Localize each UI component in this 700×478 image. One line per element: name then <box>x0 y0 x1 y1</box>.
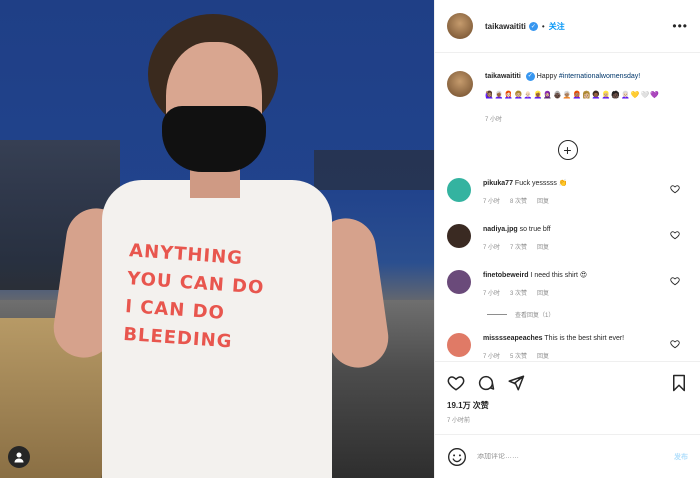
bookmark-icon[interactable] <box>670 374 688 392</box>
like-comment-heart-icon[interactable] <box>670 184 680 194</box>
post-photo[interactable]: ANYTHING YOU CAN DO I CAN DO BLEEDING <box>0 0 434 478</box>
comment-text: Fuck yesssss 👏 <box>514 180 568 187</box>
comment-meta: 7 小时 8 次赞 回复 <box>483 197 688 208</box>
shirt-text: ANYTHING YOU CAN DO I CAN DO BLEEDING <box>122 237 329 363</box>
reply-button[interactable]: 回复 <box>537 243 549 254</box>
commenter-avatar[interactable] <box>447 333 471 357</box>
post-header: taikawaititi ✓ • 关注 ••• <box>435 0 700 53</box>
comment-likes[interactable]: 7 次赞 <box>510 243 527 254</box>
replies-label[interactable]: 查看回复（1） <box>515 310 554 319</box>
comment-bubble-icon[interactable] <box>477 374 495 392</box>
comment-likes[interactable]: 8 次赞 <box>510 197 527 208</box>
plus-circle-icon[interactable]: + <box>557 140 578 160</box>
comment-text: This is the best shirt ever! <box>544 335 625 342</box>
author-avatar[interactable] <box>447 13 473 39</box>
caption-hashtag[interactable]: #internationalwomensday! <box>559 73 640 80</box>
comment-meta: 7 小时 3 次赞 回复 <box>483 289 688 300</box>
post-timestamp: 7 小时前 <box>447 418 471 424</box>
commenter-username[interactable]: misssseapeaches <box>483 335 543 342</box>
comment-likes[interactable]: 3 次赞 <box>510 289 527 300</box>
separator-dot: • <box>541 21 545 31</box>
caption-avatar[interactable] <box>447 71 473 97</box>
reply-button[interactable]: 回复 <box>537 197 549 208</box>
add-comment-bar: 发布 <box>435 434 700 478</box>
comment-item: finetobeweird I need this shirt 😍 7 小时 3… <box>447 270 688 300</box>
verified-badge-icon: ✓ <box>525 71 535 81</box>
like-comment-heart-icon[interactable] <box>670 230 680 240</box>
commenter-username[interactable]: pikuka77 <box>483 180 513 187</box>
comment-text: so true bff <box>519 226 551 233</box>
like-heart-icon[interactable] <box>447 374 465 392</box>
comments-section[interactable]: taikawaititi ✓ Happy #internationalwomen… <box>435 53 700 361</box>
comment-item: misssseapeaches This is the best shirt e… <box>447 333 688 361</box>
share-paper-plane-icon[interactable] <box>507 374 525 392</box>
comment-item: pikuka77 Fuck yesssss 👏 7 小时 8 次赞 回复 <box>447 178 688 208</box>
tagged-user-button[interactable] <box>8 446 30 468</box>
comment-body: finetobeweird I need this shirt 😍 7 小时 3… <box>483 270 688 300</box>
author-username[interactable]: taikawaititi <box>485 22 526 31</box>
commenter-username[interactable]: finetobeweird <box>483 272 529 279</box>
comment-text: I need this shirt 😍 <box>530 272 588 279</box>
caption-body: taikawaititi ✓ Happy #internationalwomen… <box>485 71 660 126</box>
comment-time: 7 小时 <box>483 245 501 251</box>
load-more-comments[interactable]: + <box>447 140 688 160</box>
comment-body: nadiya.jpg so true bff 7 小时 7 次赞 回复 <box>483 224 688 254</box>
follow-button[interactable]: 关注 <box>549 21 565 32</box>
comment-item: nadiya.jpg so true bff 7 小时 7 次赞 回复 <box>447 224 688 254</box>
comment-body: misssseapeaches This is the best shirt e… <box>483 333 688 361</box>
user-icon <box>14 452 24 463</box>
commenter-username[interactable]: nadiya.jpg <box>483 226 518 233</box>
comment-meta: 7 小时 7 次赞 回复 <box>483 243 688 254</box>
post-actions: 19.1万 次赞 7 小时前 <box>435 361 700 434</box>
comment-time: 7 小时 <box>483 199 501 205</box>
view-replies-button[interactable]: 查看回复（1） <box>487 310 688 319</box>
like-comment-heart-icon[interactable] <box>670 276 680 286</box>
person-figure: ANYTHING YOU CAN DO I CAN DO BLEEDING <box>40 8 393 478</box>
caption-emoji: 🙋🏽‍♀️👩🏾‍🦳👩🏻‍🦰👩🏼‍🦱👩🏻‍🦲👱🏾‍♀️🧕🏼👵🏿🧑🏽‍🦳👩🏽‍🦰👩🏼… <box>485 92 660 99</box>
comment-body: pikuka77 Fuck yesssss 👏 7 小时 8 次赞 回复 <box>483 178 688 208</box>
caption-time: 7 小时 <box>485 117 503 123</box>
comment-time: 7 小时 <box>483 354 501 360</box>
caption-prefix: Happy <box>536 73 559 80</box>
comment-input[interactable] <box>477 453 674 460</box>
action-icons <box>447 370 688 396</box>
instagram-post-modal: ANYTHING YOU CAN DO I CAN DO BLEEDING ta… <box>0 0 700 478</box>
post-comment-button[interactable]: 发布 <box>674 452 688 462</box>
reply-button[interactable]: 回复 <box>537 289 549 300</box>
commenter-avatar[interactable] <box>447 178 471 202</box>
post-caption: taikawaititi ✓ Happy #internationalwomen… <box>447 71 688 126</box>
comment-time: 7 小时 <box>483 291 501 297</box>
reply-button[interactable]: 回复 <box>537 352 549 361</box>
like-comment-heart-icon[interactable] <box>670 339 680 349</box>
more-options-icon[interactable]: ••• <box>672 19 688 33</box>
comment-likes[interactable]: 5 次赞 <box>510 352 527 361</box>
caption-username[interactable]: taikawaititi <box>485 73 521 80</box>
commenter-avatar[interactable] <box>447 224 471 248</box>
face-mask <box>162 106 266 172</box>
replies-divider <box>487 314 507 315</box>
emoji-smiley-icon[interactable] <box>447 447 467 467</box>
commenter-avatar[interactable] <box>447 270 471 294</box>
post-side-panel: taikawaititi ✓ • 关注 ••• taikawaititi ✓ H… <box>434 0 700 478</box>
comment-meta: 7 小时 5 次赞 回复 <box>483 352 688 361</box>
like-count[interactable]: 19.1万 次赞 <box>447 400 688 411</box>
verified-badge-icon: ✓ <box>528 21 538 31</box>
